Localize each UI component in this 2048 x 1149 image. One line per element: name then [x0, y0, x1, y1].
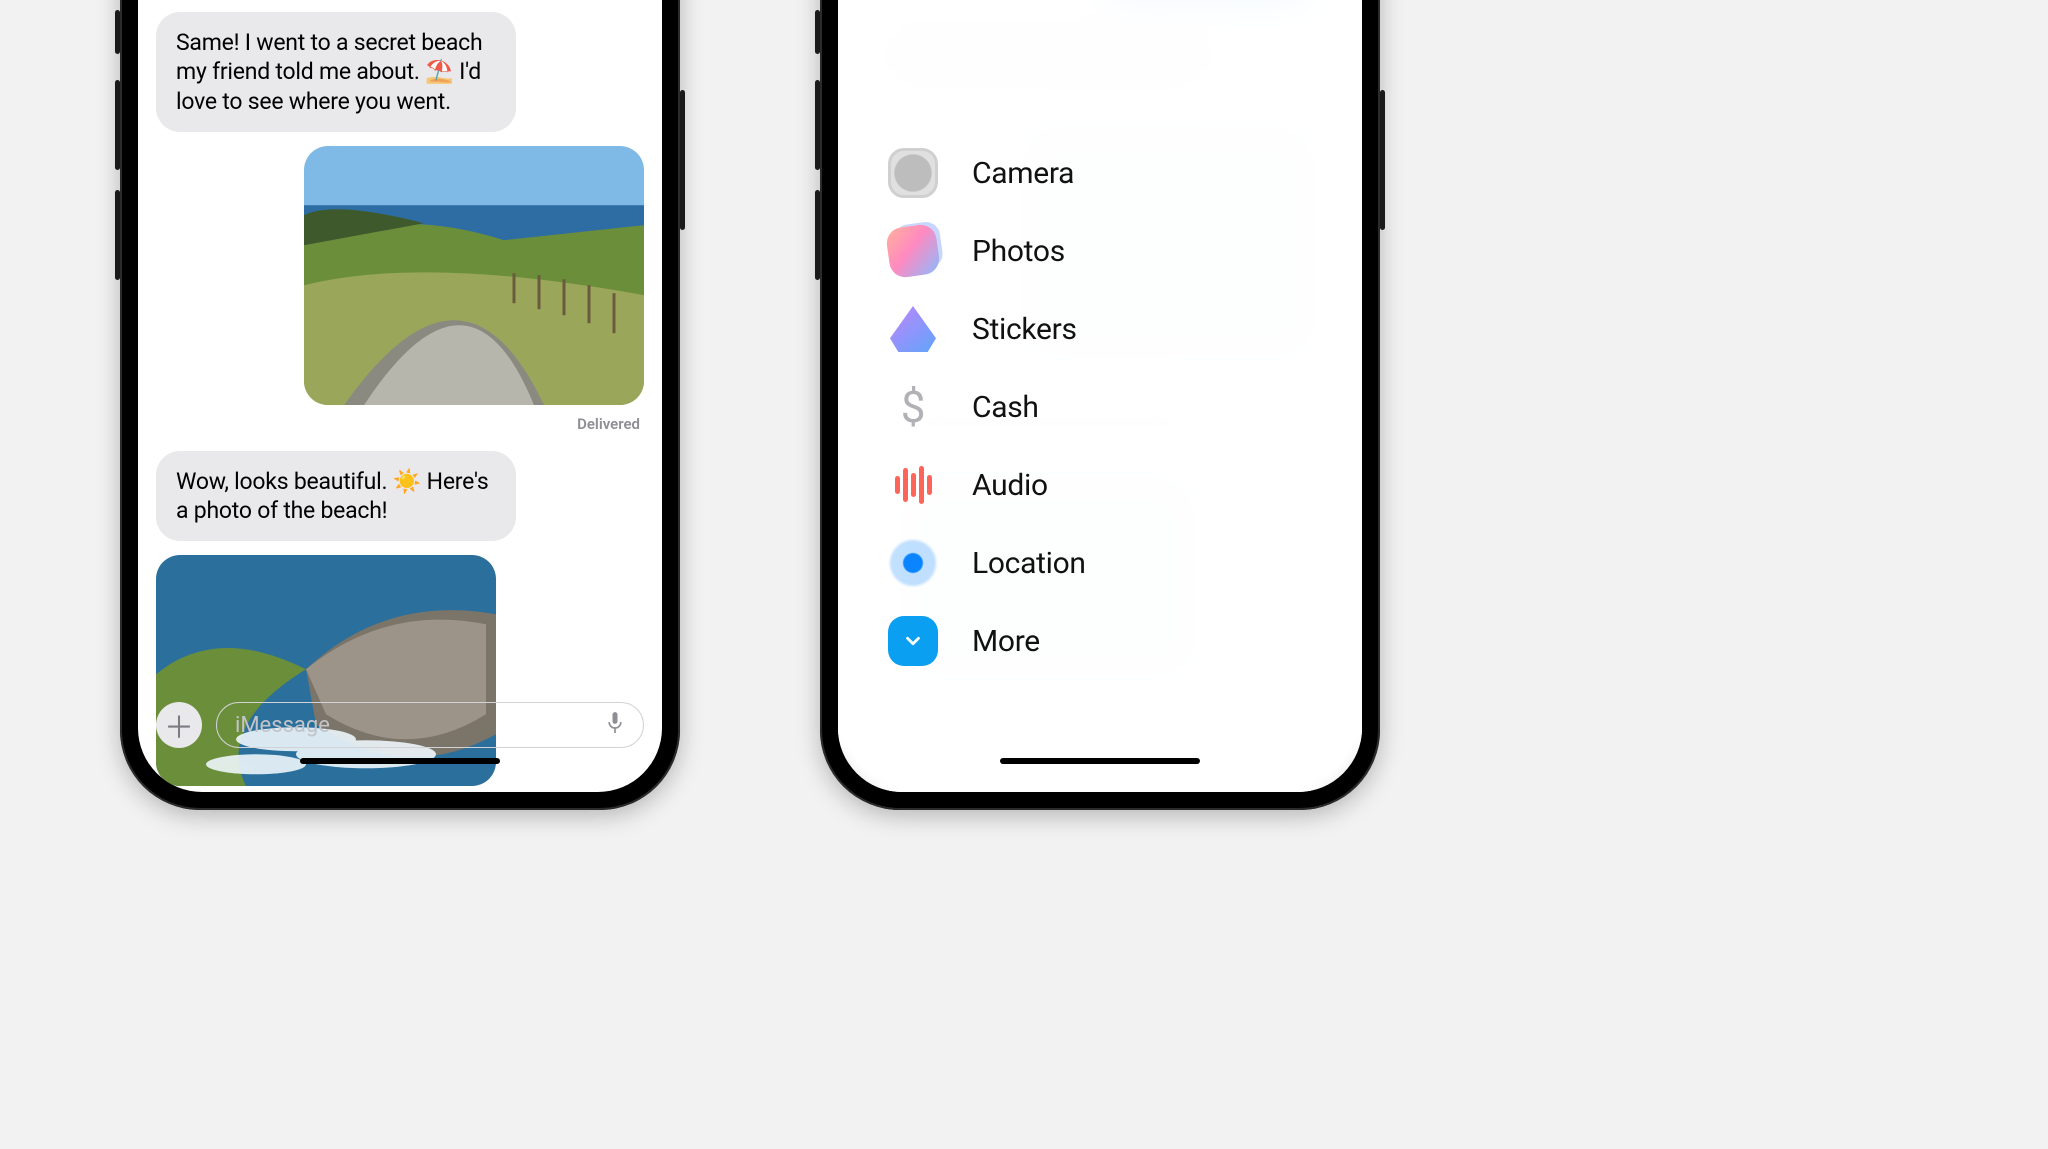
- message-input-placeholder: iMessage: [235, 713, 330, 738]
- menu-item-photos[interactable]: Photos: [888, 226, 1086, 276]
- home-indicator[interactable]: [300, 758, 500, 764]
- conversation-thread[interactable]: Same! I went to a secret beach my friend…: [138, 0, 662, 792]
- incoming-message-1-text: Same! I went to a secret beach my friend…: [176, 29, 482, 115]
- attach-sheet-screen: Camera Photos Stickers $ Cash: [838, 0, 1362, 792]
- menu-item-audio[interactable]: Audio: [888, 460, 1086, 510]
- attach-menu-sheet[interactable]: Camera Photos Stickers $ Cash: [838, 0, 1362, 792]
- delivered-status: Delivered: [577, 415, 640, 433]
- message-input[interactable]: iMessage: [216, 702, 644, 748]
- menu-item-label: Audio: [972, 468, 1048, 503]
- menu-item-label: Stickers: [972, 312, 1077, 347]
- photos-icon: [885, 223, 941, 279]
- plus-icon: ＋: [164, 703, 194, 747]
- home-indicator[interactable]: [1000, 758, 1200, 764]
- camera-icon: [888, 148, 938, 198]
- chevron-down-icon: [902, 630, 924, 652]
- location-icon: [888, 538, 938, 588]
- menu-item-label: Location: [972, 546, 1086, 581]
- incoming-photo[interactable]: [156, 555, 496, 786]
- menu-item-location[interactable]: Location: [888, 538, 1086, 588]
- phone-frame-left: Same! I went to a secret beach my friend…: [120, 0, 680, 810]
- compose-bar: ＋ iMessage: [156, 702, 644, 748]
- incoming-message-2-text: Wow, looks beautiful. ☀️ Here's a photo …: [176, 468, 488, 524]
- outgoing-photo[interactable]: [304, 146, 644, 404]
- incoming-message-2: Wow, looks beautiful. ☀️ Here's a photo …: [156, 451, 516, 542]
- messages-screen: Same! I went to a secret beach my friend…: [138, 0, 662, 792]
- audio-waveform-icon: [888, 460, 938, 510]
- menu-item-cash[interactable]: $ Cash: [888, 382, 1086, 432]
- menu-item-label: Cash: [972, 390, 1039, 425]
- phone-frame-right: Camera Photos Stickers $ Cash: [820, 0, 1380, 810]
- microphone-icon: [605, 710, 625, 736]
- menu-item-camera[interactable]: Camera: [888, 148, 1086, 198]
- menu-item-more[interactable]: More: [888, 616, 1086, 666]
- attach-button[interactable]: ＋: [156, 702, 202, 748]
- cash-icon: $: [888, 382, 938, 432]
- more-icon: [888, 616, 938, 666]
- menu-item-label: More: [972, 624, 1040, 659]
- stickers-icon: [888, 304, 938, 354]
- menu-item-label: Photos: [972, 234, 1065, 269]
- menu-item-label: Camera: [972, 156, 1074, 191]
- incoming-message-1: Same! I went to a secret beach my friend…: [156, 12, 516, 132]
- menu-item-stickers[interactable]: Stickers: [888, 304, 1086, 354]
- attach-menu: Camera Photos Stickers $ Cash: [888, 148, 1086, 666]
- dictate-button[interactable]: [605, 710, 625, 740]
